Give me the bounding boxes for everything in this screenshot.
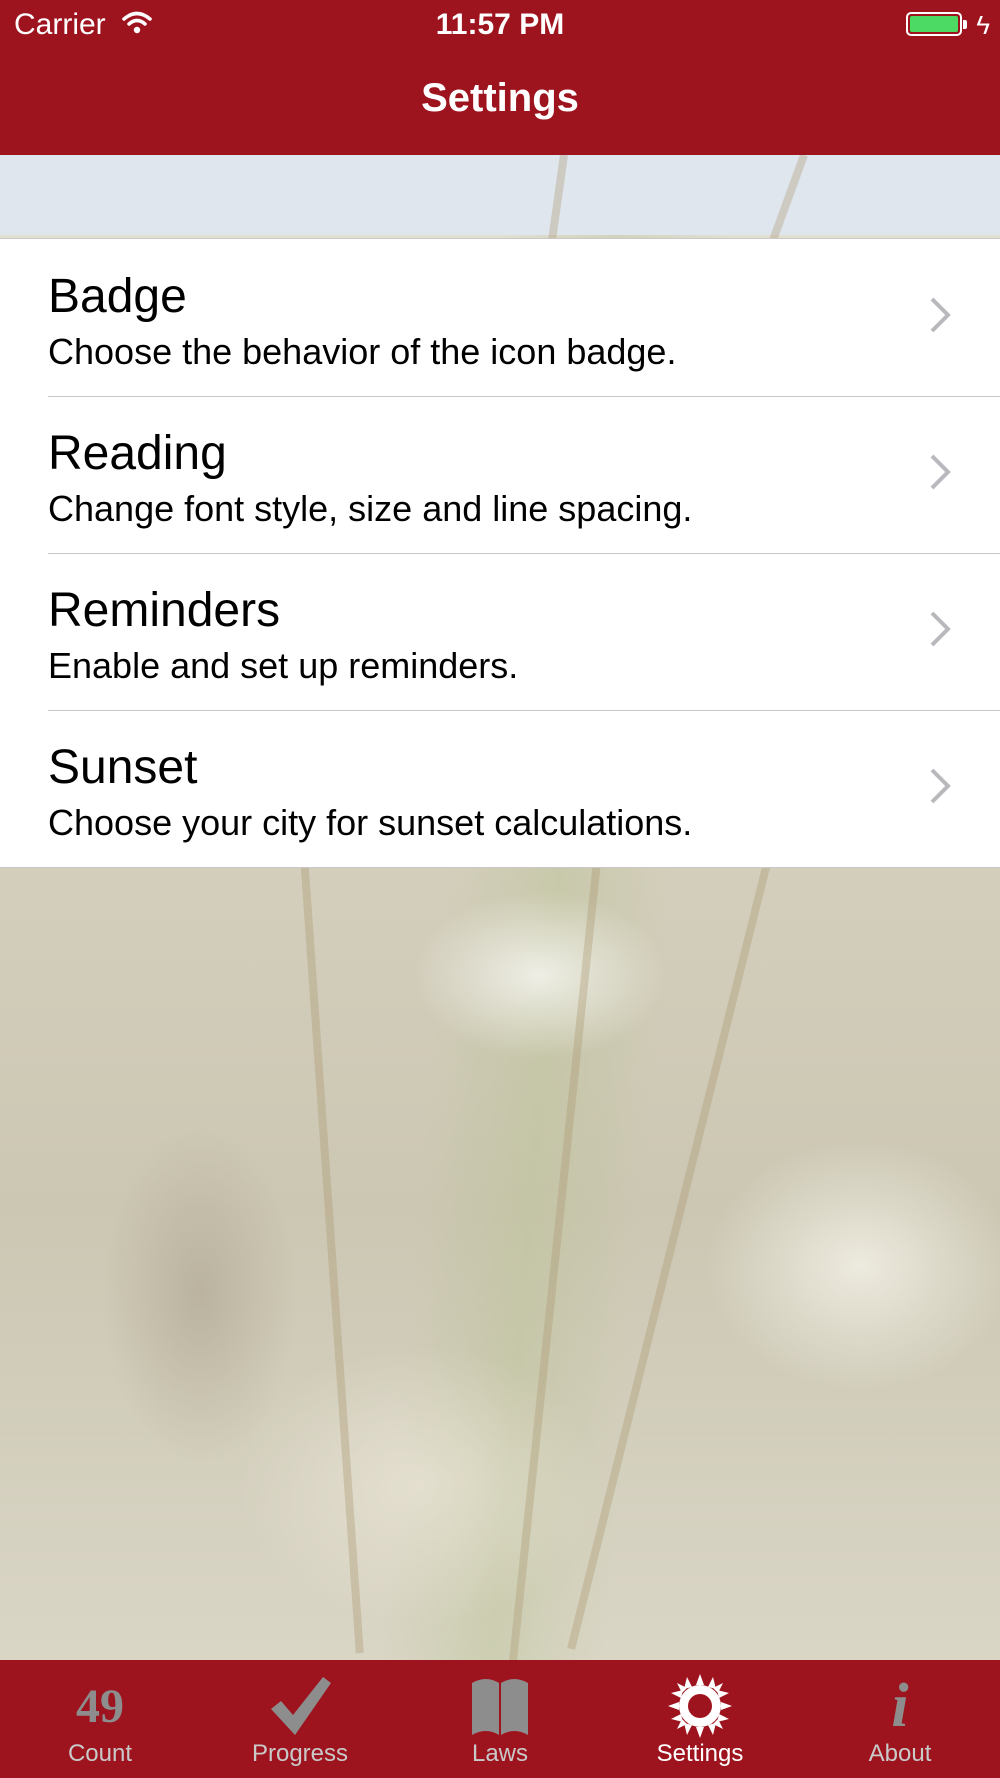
chevron-right-icon	[930, 611, 951, 647]
charging-bolt-icon: ϟ	[976, 10, 990, 40]
chevron-right-icon	[930, 454, 951, 490]
settings-row-subtitle: Enable and set up reminders.	[48, 645, 519, 686]
tab-count[interactable]: 49 Count	[0, 1660, 200, 1778]
tab-settings[interactable]: Settings	[600, 1660, 800, 1778]
settings-row-title: Reading	[48, 427, 227, 480]
settings-row-reading[interactable]: Reading Change font style, size and line…	[0, 396, 1000, 553]
tab-laws[interactable]: Laws	[400, 1660, 600, 1778]
battery-icon	[906, 12, 967, 36]
tab-label: Count	[67, 1740, 133, 1767]
settings-row-subtitle: Choose the behavior of the icon badge.	[48, 331, 677, 372]
settings-row-sunset[interactable]: Sunset Choose your city for sunset calcu…	[0, 710, 1000, 867]
settings-row-title: Badge	[48, 270, 187, 323]
chevron-right-icon	[930, 297, 951, 333]
navigation-bar: Carrier 11:57 PM ϟ Settings	[0, 0, 1000, 155]
info-icon: i	[891, 1671, 909, 1740]
settings-row-reminders[interactable]: Reminders Enable and set up reminders.	[0, 553, 1000, 710]
status-bar: Carrier 11:57 PM ϟ	[0, 0, 1000, 50]
count-number: 49	[76, 1679, 124, 1733]
gear-icon	[668, 1674, 732, 1738]
settings-row-badge[interactable]: Badge Choose the behavior of the icon ba…	[0, 239, 1000, 396]
settings-row-title: Sunset	[48, 741, 198, 794]
tab-label: Progress	[251, 1740, 349, 1767]
tab-bar: 49 Count Progress Laws Settings i About	[0, 1660, 1000, 1778]
status-time: 11:57 PM	[435, 8, 565, 41]
tab-about[interactable]: i About	[800, 1660, 1000, 1778]
chevron-right-icon	[930, 768, 951, 804]
count-number-icon: 49	[0, 1674, 200, 1738]
tab-label: About	[868, 1740, 932, 1767]
checkmark-icon	[271, 1677, 331, 1735]
book-icon	[472, 1679, 528, 1735]
settings-row-subtitle: Change font style, size and line spacing…	[48, 488, 693, 529]
tab-label: Laws	[471, 1740, 529, 1767]
settings-row-title: Reminders	[48, 584, 281, 637]
tab-label: Settings	[656, 1740, 744, 1767]
page-title: Settings	[421, 76, 579, 120]
settings-list: Badge Choose the behavior of the icon ba…	[0, 238, 1000, 868]
settings-row-subtitle: Choose your city for sunset calculations…	[48, 802, 693, 843]
tab-progress[interactable]: Progress	[200, 1660, 400, 1778]
